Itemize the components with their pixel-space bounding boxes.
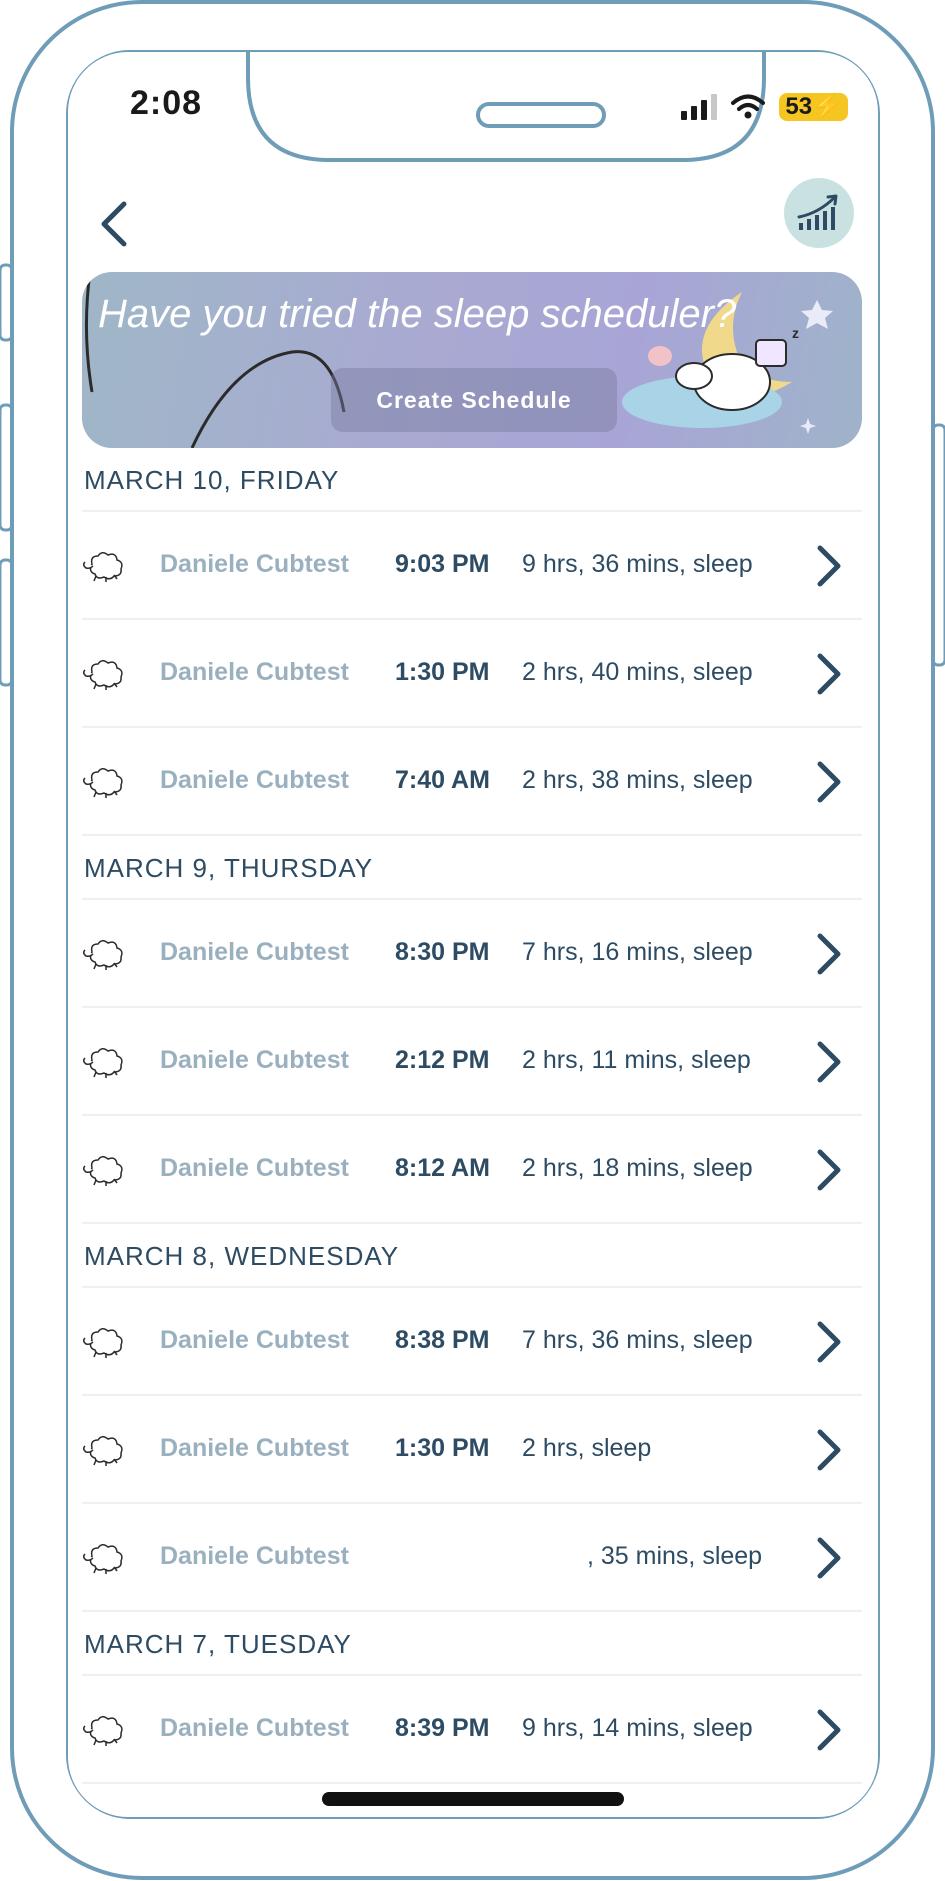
sheep-icon (82, 1544, 123, 1574)
sleep-entry-row[interactable]: Daniele Cubtest 8:38 PM 7 hrs, 36 mins, sl… (82, 1288, 862, 1396)
entry-child-name: Daniele Cubtest (160, 658, 349, 686)
entry-child-name: Daniele Cubtest (160, 1434, 349, 1462)
entry-duration: 2 hrs, 38 mins, sleep (522, 766, 753, 794)
entry-duration: 2 hrs, 18 mins, sleep (522, 1154, 753, 1182)
sheep-icon (82, 1048, 123, 1078)
sheep-icon (82, 1156, 123, 1186)
sleep-entry-row[interactable]: Daniele Cubtest 8:12 AM 2 hrs, 18 mins, sl… (82, 1116, 862, 1224)
home-indicator[interactable] (322, 1792, 624, 1806)
entry-child-name: Daniele Cubtest (160, 766, 349, 794)
entry-duration: 2 hrs, sleep (522, 1434, 652, 1462)
status-icons: 53⚡ (681, 92, 848, 122)
stats-chart-icon (797, 194, 838, 230)
entry-time: 7:40 AM (395, 766, 490, 794)
entry-time: 9:03 PM (395, 550, 490, 578)
sheep-icon (82, 552, 123, 582)
banner-title: Have you tried the sleep scheduler? (98, 292, 737, 336)
entry-time: 1:30 PM (395, 1434, 490, 1462)
back-chevron-icon[interactable] (86, 194, 146, 254)
status-bar: 2:08 53⚡ (68, 52, 878, 162)
sheep-icon (82, 940, 123, 970)
sleep-entry-row[interactable]: Daniele Cubtest 1:30 PM 2 hrs, 40 mins, sl… (82, 620, 862, 728)
entry-child-name: Daniele Cubtest (160, 1046, 349, 1074)
entry-time: 8:38 PM (395, 1326, 490, 1354)
entry-child-name: Daniele Cubtest (160, 550, 349, 578)
chevron-right-icon[interactable] (808, 1318, 848, 1366)
date-section-heading: MARCH 9, THURSDAY (82, 836, 862, 900)
entry-time: 8:39 PM (395, 1714, 490, 1742)
chevron-right-icon[interactable] (808, 1706, 848, 1754)
status-time: 2:08 (130, 84, 203, 122)
sleep-entry-row[interactable]: Daniele Cubtest 8:30 PM 7 hrs, 16 mins, sl… (82, 900, 862, 1008)
svg-text:z: z (792, 325, 799, 341)
sleep-entry-row[interactable]: Daniele Cubtest , 35 mins, sleep (82, 1504, 862, 1612)
entry-child-name: Daniele Cubtest (160, 1542, 349, 1570)
date-section-heading: MARCH 7, TUESDAY (82, 1612, 862, 1676)
date-section-heading: MARCH 10, FRIDAY (82, 448, 862, 512)
wifi-icon (731, 94, 766, 119)
battery-level: 53 (785, 93, 813, 120)
entry-child-name: Daniele Cubtest (160, 1714, 349, 1742)
sheep-icon (82, 1436, 123, 1466)
sleep-entry-row[interactable]: Daniele Cubtest 7:40 AM 2 hrs, 38 mins, sl… (82, 728, 862, 836)
sheep-icon (82, 1716, 123, 1746)
entry-duration: 2 hrs, 11 mins, sleep (522, 1046, 751, 1074)
entry-duration: 9 hrs, 36 mins, sleep (522, 550, 753, 578)
sleep-entry-row[interactable]: Daniele Cubtest 2:12 PM 2 hrs, 11 mins, sl… (82, 1008, 862, 1116)
battery-icon: 53⚡ (779, 93, 848, 121)
chevron-right-icon[interactable] (808, 1426, 848, 1474)
chevron-right-icon[interactable] (808, 650, 848, 698)
stats-button[interactable] (784, 178, 854, 248)
entry-time: 8:12 AM (395, 1154, 490, 1182)
date-section-heading: MARCH 8, WEDNESDAY (82, 1224, 862, 1288)
entry-child-name: Daniele Cubtest (160, 938, 349, 966)
entry-child-name: Daniele Cubtest (160, 1326, 349, 1354)
chevron-right-icon[interactable] (808, 758, 848, 806)
chevron-right-icon[interactable] (808, 930, 848, 978)
entry-time: 8:30 PM (395, 938, 490, 966)
sleep-scheduler-banner[interactable]: z Have you tried the sleep scheduler? Cr… (82, 272, 862, 448)
chevron-right-icon[interactable] (808, 1146, 848, 1194)
entry-duration: 9 hrs, 14 mins, sleep (522, 1714, 753, 1742)
entry-duration: 7 hrs, 16 mins, sleep (522, 938, 753, 966)
entry-duration: , 35 mins, sleep (587, 1542, 763, 1570)
sheep-icon (82, 660, 123, 690)
entry-duration: 7 hrs, 36 mins, sleep (522, 1326, 753, 1354)
entry-child-name: Daniele Cubtest (160, 1154, 349, 1182)
app-screen: 2:08 53⚡ z Have you tried the sleep sche… (68, 52, 878, 1817)
chevron-right-icon[interactable] (808, 542, 848, 590)
sleep-log-list: MARCH 10, FRIDAY Daniele Cubtest 9:03 PM 9… (82, 448, 862, 1784)
sheep-icon (82, 768, 123, 798)
entry-time: 2:12 PM (395, 1046, 490, 1074)
signal-icon (681, 94, 718, 120)
chevron-right-icon[interactable] (808, 1038, 848, 1086)
entry-time: 1:30 PM (395, 658, 490, 686)
sleep-entry-row[interactable]: Daniele Cubtest 8:39 PM 9 hrs, 14 mins, sl… (82, 1676, 862, 1784)
top-bar (68, 172, 878, 272)
sleep-entry-row[interactable]: Daniele Cubtest 9:03 PM 9 hrs, 36 mins, sl… (82, 512, 862, 620)
chevron-right-icon[interactable] (808, 1534, 848, 1582)
sheep-icon (82, 1328, 123, 1358)
entry-duration: 2 hrs, 40 mins, sleep (522, 658, 753, 686)
sleep-entry-row[interactable]: Daniele Cubtest 1:30 PM 2 hrs, sleep (82, 1396, 862, 1504)
create-schedule-button[interactable]: Create Schedule (331, 368, 617, 432)
